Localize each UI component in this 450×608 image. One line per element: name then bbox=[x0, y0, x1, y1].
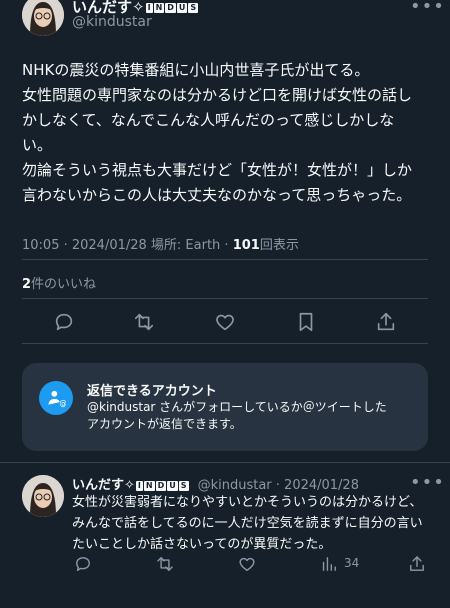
name-badges: INDUS bbox=[135, 480, 189, 491]
view-label: 回表示 bbox=[259, 238, 299, 253]
avatar[interactable] bbox=[22, 0, 64, 36]
likes-count: 2 bbox=[22, 277, 32, 292]
divider bbox=[22, 298, 428, 299]
svg-text:@: @ bbox=[59, 399, 66, 408]
likes-label: 件のいいね bbox=[31, 277, 97, 292]
retweet-icon[interactable] bbox=[133, 311, 155, 333]
reply-handle-date[interactable]: @kindustar · 2024/01/28 bbox=[198, 478, 359, 493]
reply-restriction-card: @ 返信できるアカウント @kindustar さんがフォローしているか＠ツイー… bbox=[22, 363, 428, 451]
share-icon[interactable] bbox=[375, 311, 397, 333]
tweet-line: 女性問題の専門家なのは分かるけど口を開けば女性の話し bbox=[22, 86, 413, 104]
reply-text: 女性が災害弱者になりやすいとかそういうのは分かるけど、 みんなで話をしてるのに一… bbox=[72, 492, 442, 555]
author-handle[interactable]: @kindustar bbox=[72, 14, 152, 30]
reply-header: いんだす✧ I N D U S @kindustar · 2024/01/28 bbox=[72, 474, 359, 493]
divider bbox=[22, 259, 428, 260]
notice-body: @kindustar さんがフォローしているか＠ツイートした アカウントが返信で… bbox=[87, 399, 417, 433]
tweet-meta: 10:05 · 2024/01/28 場所: Earth · 101回表示 bbox=[22, 234, 299, 253]
tweet-line: かしなくて、なんでこんな人呼んだのって感じしかしな bbox=[22, 111, 395, 129]
retweet-icon[interactable] bbox=[156, 555, 175, 574]
notice-line: @kindustar さんがフォローしているか＠ツイートした bbox=[87, 400, 387, 414]
reply-icon[interactable] bbox=[53, 311, 75, 333]
tweet-line: 言わないからこの人は大丈夫なのかなって思っちゃった。 bbox=[22, 186, 412, 204]
notice-line: アカウントが返信できます。 bbox=[87, 417, 242, 431]
bookmark-icon[interactable] bbox=[295, 311, 317, 333]
heart-icon[interactable] bbox=[214, 311, 236, 333]
mention-person-icon: @ bbox=[39, 381, 73, 415]
reply-avatar[interactable] bbox=[22, 475, 64, 517]
notice-title: 返信できるアカウント bbox=[87, 384, 217, 399]
more-horizontal-icon[interactable]: ••• bbox=[410, 0, 445, 16]
reply-line: 女性が災害弱者になりやすいとかそういうのは分かるけど、 bbox=[72, 495, 423, 510]
tweet-line: い。 bbox=[22, 136, 53, 154]
divider bbox=[22, 343, 428, 344]
reply-line: たいことしか話さないってのが異質だった。 bbox=[72, 537, 332, 552]
heart-icon[interactable] bbox=[238, 555, 257, 574]
views-chart-icon[interactable] bbox=[320, 555, 339, 574]
divider bbox=[0, 462, 450, 463]
share-icon[interactable] bbox=[408, 555, 427, 574]
view-count: 101 bbox=[232, 238, 260, 253]
tweet-line: NHKの震災の特集番組に小山内世喜子氏が出てる。 bbox=[22, 61, 370, 79]
reply-author-name[interactable]: いんだす✧ I N D U S bbox=[72, 478, 189, 493]
more-horizontal-icon[interactable]: ••• bbox=[410, 474, 445, 492]
name-badges: INDUS bbox=[145, 2, 199, 13]
reply-line: みんなで話をしてるのに一人だけ空気を読まずに自分の言い bbox=[72, 516, 423, 531]
tweet-line: 勿論そういう視点も大事だけど「女性が！女性が！」しか bbox=[22, 161, 413, 179]
reply-icon[interactable] bbox=[74, 555, 93, 574]
likes-summary[interactable]: 2件のいいね bbox=[22, 273, 96, 292]
timestamp[interactable]: 10:05 · 2024/01/28 場所: Earth · bbox=[22, 238, 233, 253]
tweet-text: NHKの震災の特集番組に小山内世喜子氏が出てる。 女性問題の専門家なのは分かるけ… bbox=[22, 58, 442, 208]
views-count: 34 bbox=[344, 556, 360, 570]
